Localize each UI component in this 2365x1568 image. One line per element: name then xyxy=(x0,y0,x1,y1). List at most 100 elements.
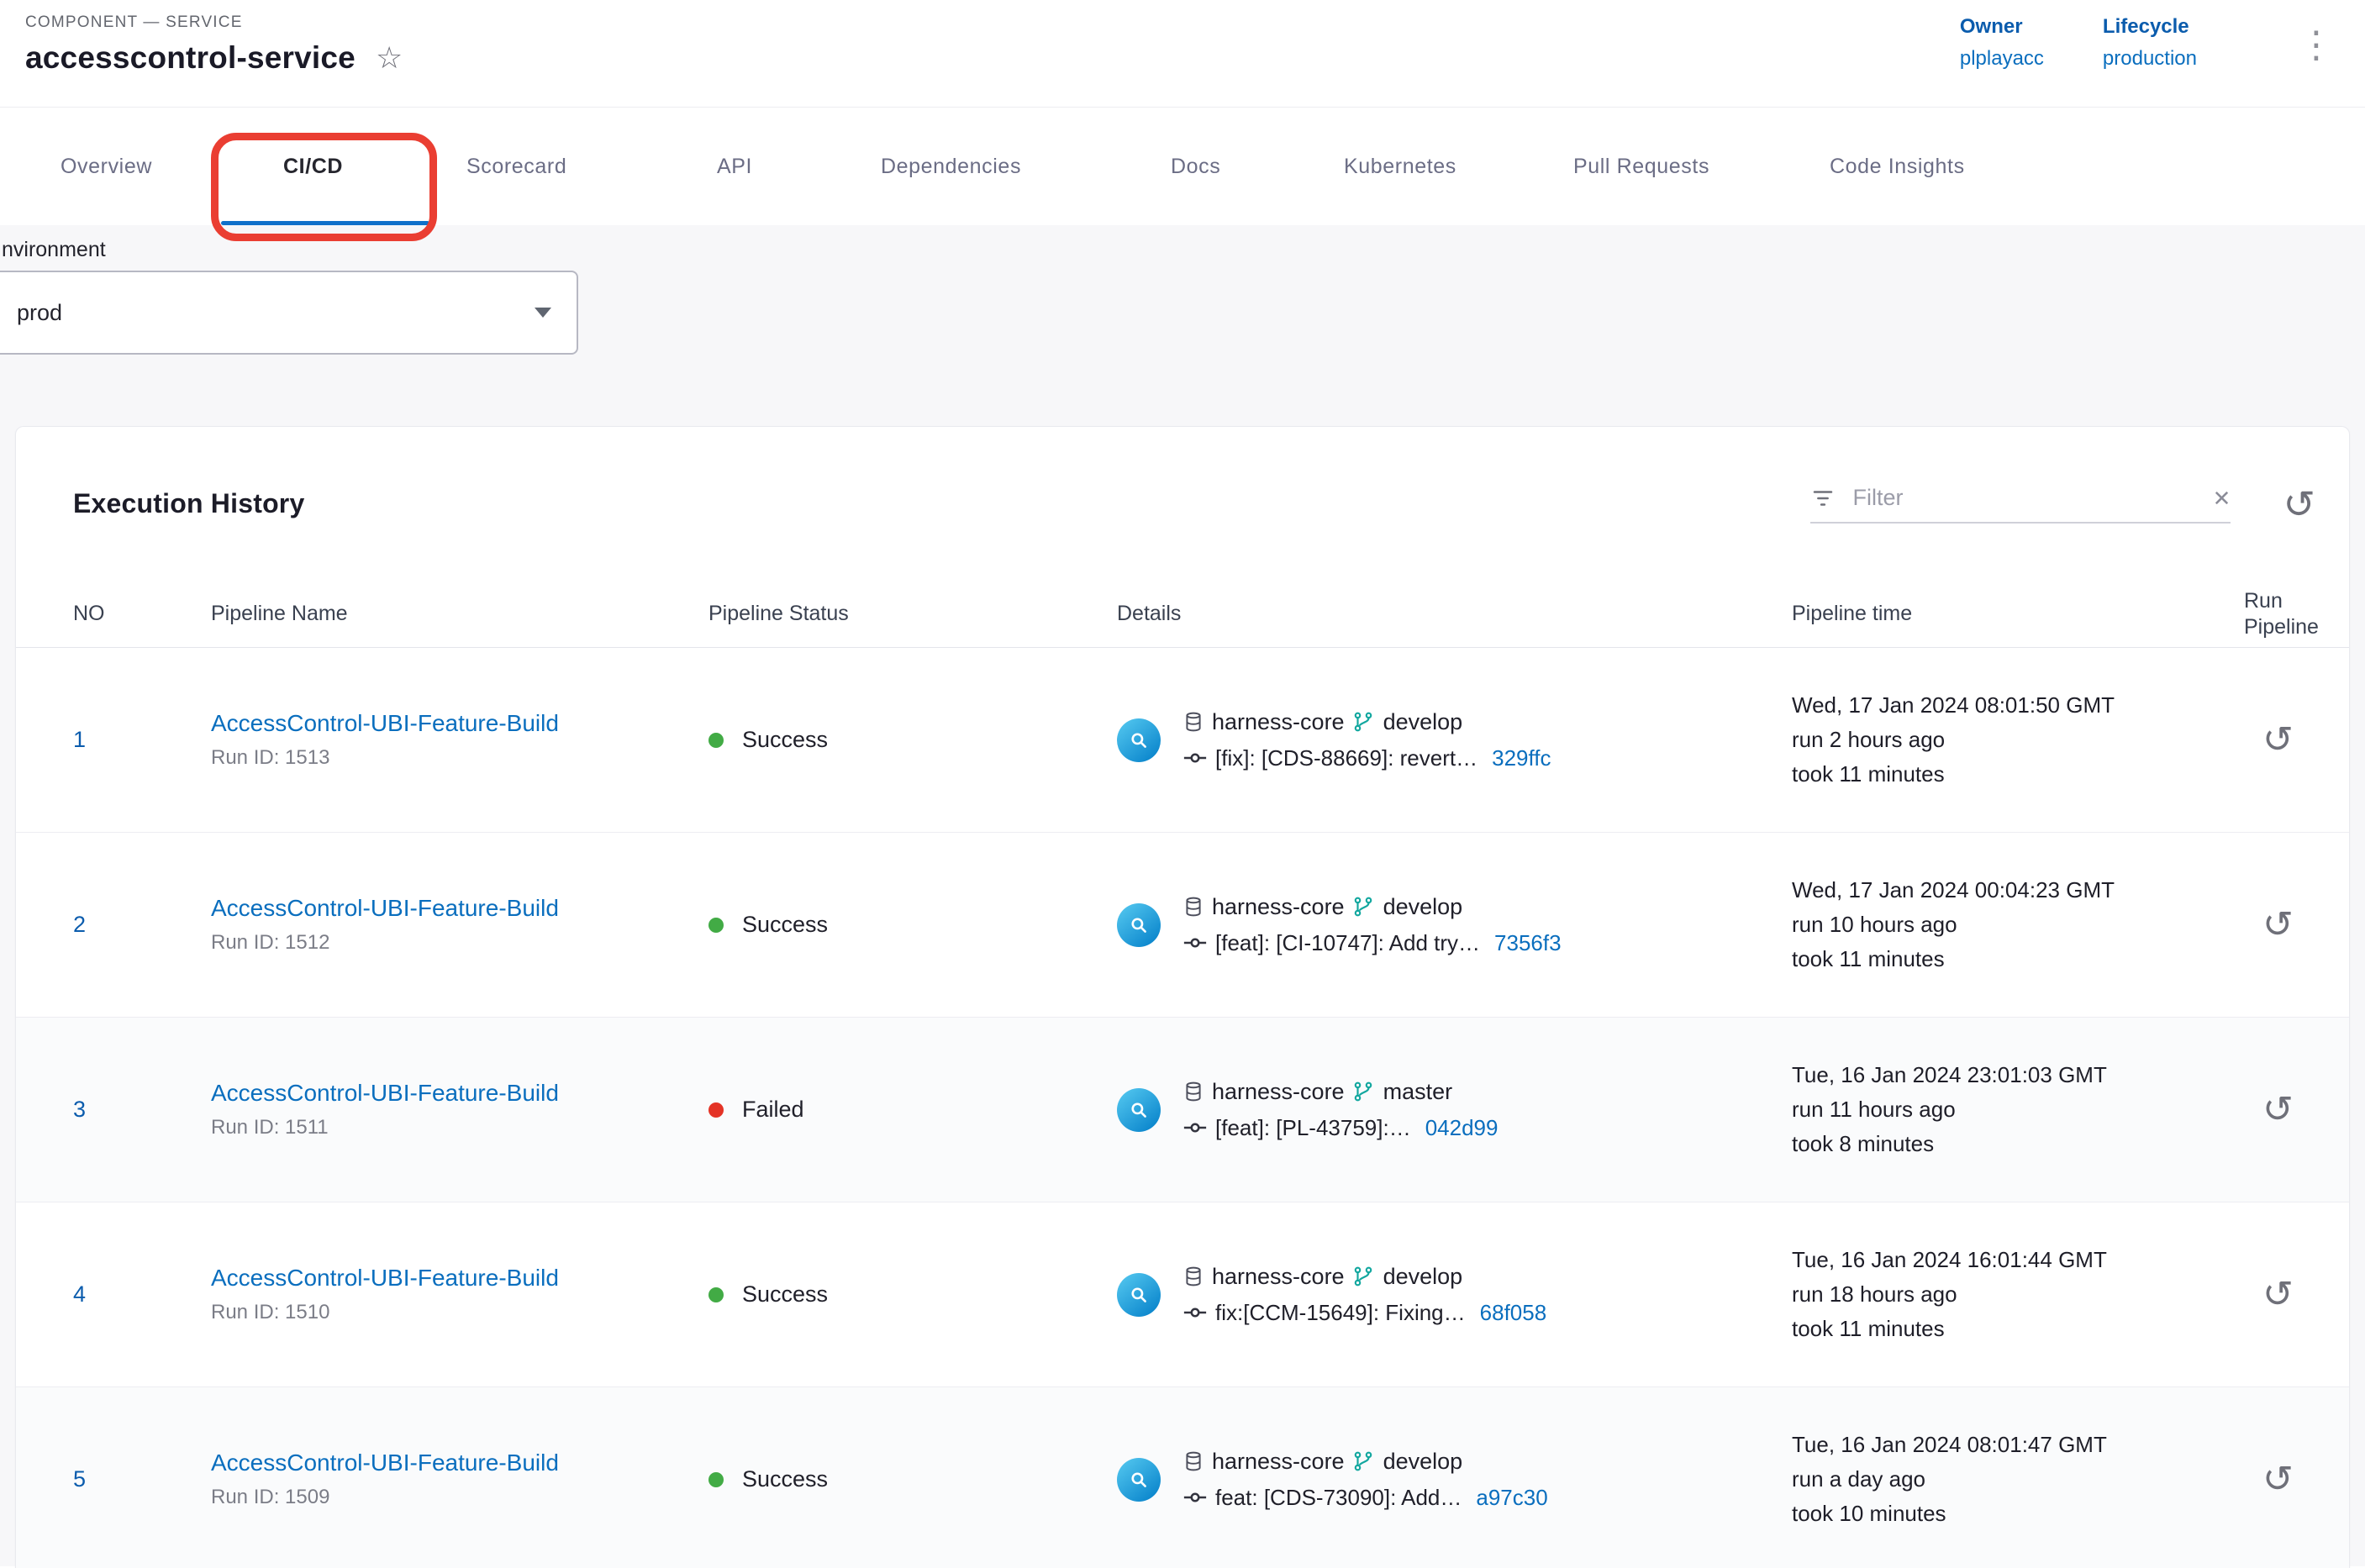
column-header-run-pipeline: Run Pipeline xyxy=(2244,588,2319,640)
lifecycle-label: Lifecycle xyxy=(2103,15,2197,39)
tab-overview[interactable]: Overview xyxy=(61,108,152,225)
header-left: COMPONENT — SERVICE accesscontrol-servic… xyxy=(25,13,403,76)
repo-icon xyxy=(1182,1450,1204,1472)
run-id: Run ID: 1510 xyxy=(211,1301,708,1324)
environment-label: nvironment xyxy=(2,237,2365,262)
run-pipeline-button[interactable]: ↺ xyxy=(2262,1092,2294,1129)
table-row: 3 AccessControl-UBI-Feature-Build Run ID… xyxy=(16,1018,2349,1202)
content-area: nvironment prod Execution History ✕ ↺ xyxy=(0,225,2365,1566)
repo-name: harness-core xyxy=(1212,1264,1345,1290)
commit-icon xyxy=(1182,745,1208,771)
favorite-star-icon[interactable]: ☆ xyxy=(376,43,403,73)
status-text: Success xyxy=(742,1281,828,1308)
run-pipeline-button[interactable]: ↺ xyxy=(2262,1461,2294,1498)
execution-details-icon[interactable] xyxy=(1117,903,1161,947)
column-header-pipeline-time: Pipeline time xyxy=(1792,601,2244,627)
table-row: 1 AccessControl-UBI-Feature-Build Run ID… xyxy=(16,648,2349,833)
column-header-details: Details xyxy=(1117,601,1792,627)
execution-table-body: 1 AccessControl-UBI-Feature-Build Run ID… xyxy=(16,648,2349,1568)
row-number: 4 xyxy=(73,1281,211,1308)
filter-input-box[interactable]: ✕ xyxy=(1810,484,2231,524)
run-pipeline-button[interactable]: ↺ xyxy=(2262,1276,2294,1313)
tab-cicd[interactable]: CI/CD xyxy=(283,108,343,225)
table-row: 4 AccessControl-UBI-Feature-Build Run ID… xyxy=(16,1202,2349,1387)
filter-icon xyxy=(1810,486,1836,511)
execution-details-icon[interactable] xyxy=(1117,1458,1161,1502)
chevron-down-icon xyxy=(535,308,551,318)
branch-name: develop xyxy=(1383,1264,1463,1290)
pipeline-duration: took 11 minutes xyxy=(1792,757,2244,792)
branch-icon xyxy=(1352,711,1374,733)
pipeline-date: Wed, 17 Jan 2024 08:01:50 GMT xyxy=(1792,688,2244,723)
tab-dependencies[interactable]: Dependencies xyxy=(881,108,1021,225)
branch-icon xyxy=(1352,1081,1374,1102)
tab-scorecard[interactable]: Scorecard xyxy=(466,108,566,225)
row-number: 3 xyxy=(73,1097,211,1123)
lifecycle-value: production xyxy=(2103,47,2197,71)
run-id: Run ID: 1512 xyxy=(211,931,708,955)
pipeline-date: Wed, 17 Jan 2024 00:04:23 GMT xyxy=(1792,873,2244,908)
branch-name: develop xyxy=(1383,709,1463,735)
repo-icon xyxy=(1182,711,1204,733)
owner-value-link[interactable]: plplayacc xyxy=(1960,47,2044,71)
row-number: 5 xyxy=(73,1466,211,1492)
commit-icon xyxy=(1182,1300,1208,1325)
pipeline-name-link[interactable]: AccessControl-UBI-Feature-Build xyxy=(211,895,708,922)
refresh-icon[interactable]: ↺ xyxy=(2283,485,2315,524)
header-meta: Owner plplayacc Lifecycle production ⋮ xyxy=(1960,13,2335,71)
branch-name: develop xyxy=(1383,894,1463,920)
pipeline-name-link[interactable]: AccessControl-UBI-Feature-Build xyxy=(211,1450,708,1476)
tab-kubernetes[interactable]: Kubernetes xyxy=(1344,108,1456,225)
owner-meta: Owner plplayacc xyxy=(1960,15,2044,71)
branch-name: develop xyxy=(1383,1449,1463,1475)
branch-icon xyxy=(1352,896,1374,918)
pipeline-duration: took 10 minutes xyxy=(1792,1497,2244,1531)
row-number: 2 xyxy=(73,912,211,938)
repo-name: harness-core xyxy=(1212,709,1345,735)
tab-docs[interactable]: Docs xyxy=(1171,108,1220,225)
commit-hash-link[interactable]: a97c30 xyxy=(1476,1485,1547,1511)
status-text: Failed xyxy=(742,1097,804,1123)
status-text: Success xyxy=(742,1466,828,1492)
commit-hash-link[interactable]: 329ffc xyxy=(1492,745,1551,771)
repo-name: harness-core xyxy=(1212,1079,1345,1105)
page-title: accesscontrol-service xyxy=(25,40,356,76)
pipeline-name-link[interactable]: AccessControl-UBI-Feature-Build xyxy=(211,1265,708,1292)
pipeline-run-ago: run a day ago xyxy=(1792,1462,2244,1497)
repo-icon xyxy=(1182,1081,1204,1102)
execution-history-card: Execution History ✕ ↺ NO Pipeline Name P… xyxy=(15,426,2350,1568)
commit-message: fix:[CCM-15649]: Fixing… xyxy=(1215,1300,1466,1326)
tab-api[interactable]: API xyxy=(717,108,752,225)
status-dot xyxy=(708,1472,724,1487)
execution-details-icon[interactable] xyxy=(1117,718,1161,762)
repo-icon xyxy=(1182,1265,1204,1287)
commit-hash-link[interactable]: 68f058 xyxy=(1480,1300,1547,1326)
commit-message: [feat]: [PL-43759]:… xyxy=(1215,1115,1411,1141)
repo-name: harness-core xyxy=(1212,1449,1345,1475)
filter-input[interactable] xyxy=(1851,484,2197,512)
filter-area: ✕ ↺ xyxy=(1810,484,2315,524)
tab-pull-requests[interactable]: Pull Requests xyxy=(1573,108,1709,225)
run-pipeline-button[interactable]: ↺ xyxy=(2262,722,2294,759)
commit-hash-link[interactable]: 042d99 xyxy=(1425,1115,1499,1141)
status-dot xyxy=(708,918,724,933)
environment-select[interactable]: prod xyxy=(0,271,578,355)
tab-code-insights[interactable]: Code Insights xyxy=(1830,108,1965,225)
execution-details-icon[interactable] xyxy=(1117,1273,1161,1317)
commit-hash-link[interactable]: 7356f3 xyxy=(1494,930,1562,956)
run-pipeline-button[interactable]: ↺ xyxy=(2262,907,2294,944)
owner-label: Owner xyxy=(1960,15,2044,39)
pipeline-name-link[interactable]: AccessControl-UBI-Feature-Build xyxy=(211,1080,708,1107)
run-id: Run ID: 1511 xyxy=(211,1116,708,1139)
lifecycle-meta: Lifecycle production xyxy=(2103,15,2197,71)
status-text: Success xyxy=(742,912,828,938)
branch-name: master xyxy=(1383,1079,1453,1105)
pipeline-date: Tue, 16 Jan 2024 16:01:44 GMT xyxy=(1792,1243,2244,1277)
kebab-menu-icon[interactable]: ⋮ xyxy=(2298,27,2335,71)
pipeline-run-ago: run 10 hours ago xyxy=(1792,908,2244,942)
execution-details-icon[interactable] xyxy=(1117,1088,1161,1132)
clear-filter-icon[interactable]: ✕ xyxy=(2213,487,2231,509)
pipeline-name-link[interactable]: AccessControl-UBI-Feature-Build xyxy=(211,710,708,737)
pipeline-date: Tue, 16 Jan 2024 23:01:03 GMT xyxy=(1792,1058,2244,1092)
status-dot xyxy=(708,1102,724,1118)
